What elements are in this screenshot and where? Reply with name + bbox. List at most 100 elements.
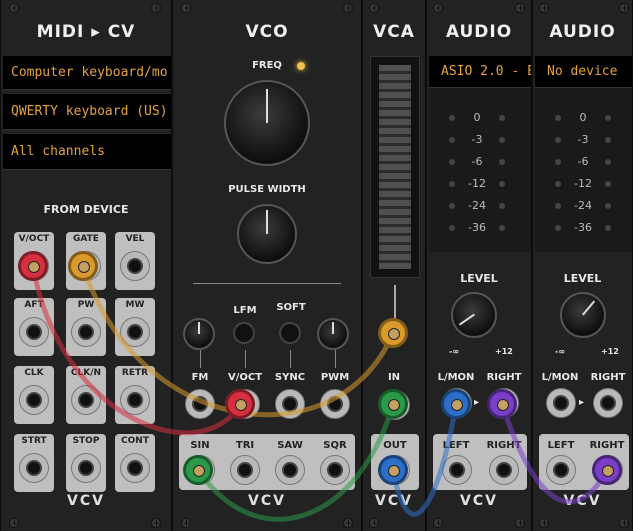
- midi-driver-select[interactable]: Computer keyboard/mo: [3, 56, 171, 90]
- vu-light: [499, 181, 505, 187]
- port-label: STOP: [72, 436, 100, 446]
- vu-light: [605, 159, 611, 165]
- vco-output-label: SQR: [323, 440, 347, 451]
- screw-icon: [515, 3, 525, 13]
- vco-module: VCO FREQ PULSE WIDTH LFM SOFT FM V/OCT SYN…: [172, 0, 362, 531]
- connector-line: [200, 350, 201, 368]
- out-label: OUT: [383, 440, 407, 451]
- screw-icon: [539, 3, 549, 13]
- vu-light: [555, 159, 561, 165]
- module-title: MIDI ▸ CV: [36, 22, 136, 42]
- vu-light: [605, 181, 611, 187]
- vco-saw-output-jack[interactable]: [275, 455, 305, 485]
- audio-in-right-jack[interactable]: [593, 388, 623, 418]
- level-label: LEVEL: [460, 272, 498, 285]
- knob-indicator: [266, 88, 268, 123]
- red-plug[interactable]: [225, 389, 255, 419]
- vco-pwm-input-jack[interactable]: [320, 389, 350, 419]
- out-left-label: LEFT: [547, 440, 575, 451]
- midi-pw-jack[interactable]: [71, 317, 101, 347]
- vu-light: [555, 203, 561, 209]
- level-max-label: +12: [495, 347, 513, 356]
- yellow-plug[interactable]: [378, 318, 408, 348]
- cable-stub: [394, 285, 396, 321]
- port-label: CONT: [121, 436, 149, 446]
- screw-icon: [9, 3, 19, 13]
- pwm-knob[interactable]: [317, 318, 349, 350]
- purple-plug[interactable]: [592, 455, 622, 485]
- midi-strt-jack[interactable]: [19, 453, 49, 483]
- blue-plug[interactable]: [378, 455, 408, 485]
- vu-level-label: -36: [574, 221, 592, 234]
- arrow-icon: ▸: [474, 397, 480, 408]
- screw-icon: [369, 518, 379, 528]
- green-plug[interactable]: [183, 455, 213, 485]
- vu-light: [499, 115, 505, 121]
- audio-device-select[interactable]: ASIO 2.0 - E: [429, 56, 531, 88]
- vu-level-label: -36: [468, 221, 486, 234]
- fm-knob[interactable]: [183, 318, 215, 350]
- screw-icon: [369, 3, 379, 13]
- vco-input-label: FM: [191, 372, 209, 383]
- audio-out-left-jack[interactable]: [546, 455, 576, 485]
- vco-fm-input-jack[interactable]: [185, 389, 215, 419]
- midi-mw-jack[interactable]: [120, 317, 150, 347]
- freq-light: [297, 62, 305, 70]
- vco-sqr-output-jack[interactable]: [320, 455, 350, 485]
- level-knob[interactable]: [560, 292, 606, 338]
- level-slider[interactable]: [370, 56, 420, 278]
- vu-light: [555, 225, 561, 231]
- vco-sync-input-jack[interactable]: [275, 389, 305, 419]
- audio-out-left-jack[interactable]: [442, 455, 472, 485]
- blue-plug[interactable]: [441, 389, 471, 419]
- audio-device-select[interactable]: No device: [535, 56, 632, 88]
- screw-icon: [539, 518, 549, 528]
- in-left-label: L/MON: [541, 372, 579, 383]
- midi-clk-jack[interactable]: [19, 385, 49, 415]
- port-label: MW: [125, 300, 145, 310]
- audio-module-2: AUDIO No device 0 -3 -6 -12 -24 -36 LEVEL -∞ …: [532, 0, 633, 531]
- vco-tri-output-jack[interactable]: [230, 455, 260, 485]
- midi-clk-n-jack[interactable]: [71, 385, 101, 415]
- level-knob[interactable]: [451, 292, 497, 338]
- screw-icon: [515, 518, 525, 528]
- knob-indicator: [332, 322, 334, 334]
- vcv-logo: VCV: [563, 493, 602, 509]
- vu-light: [605, 115, 611, 121]
- in-right-label: RIGHT: [590, 372, 626, 383]
- yellow-plug[interactable]: [68, 251, 98, 281]
- purple-plug[interactable]: [487, 389, 517, 419]
- module-title: VCA: [373, 22, 415, 42]
- midi-cont-jack[interactable]: [120, 453, 150, 483]
- midi-device-select[interactable]: QWERTY keyboard (US): [3, 94, 171, 130]
- vu-light: [605, 203, 611, 209]
- screw-icon: [433, 3, 443, 13]
- vu-light: [555, 115, 561, 121]
- arrow-icon: ▸: [579, 397, 585, 408]
- audio-out-right-jack[interactable]: [489, 455, 519, 485]
- lfm-button[interactable]: [233, 322, 255, 344]
- midi-stop-jack[interactable]: [71, 453, 101, 483]
- midi-retr-jack[interactable]: [120, 385, 150, 415]
- vco-output-label: TRI: [235, 440, 255, 451]
- out-right-label: RIGHT: [589, 440, 625, 451]
- vco-input-label: PWM: [320, 372, 350, 383]
- vu-light: [499, 137, 505, 143]
- pulse-width-knob[interactable]: [237, 204, 297, 264]
- vco-input-label: V/OCT: [227, 372, 263, 383]
- vu-level-label: 0: [473, 111, 481, 124]
- connector-line: [245, 350, 246, 368]
- vu-level-label: -3: [471, 133, 483, 146]
- vu-level-label: -6: [471, 155, 483, 168]
- vu-light: [555, 181, 561, 187]
- green-plug[interactable]: [378, 389, 408, 419]
- midi-channel-select[interactable]: All channels: [3, 134, 171, 170]
- vcv-logo: VCV: [248, 493, 286, 509]
- midi-vel-jack[interactable]: [120, 251, 150, 281]
- out-left-label: LEFT: [442, 440, 470, 451]
- midi-aft-jack[interactable]: [19, 317, 49, 347]
- freq-knob[interactable]: [224, 80, 310, 166]
- soft-button[interactable]: [279, 322, 301, 344]
- audio-in-left-jack[interactable]: [546, 388, 576, 418]
- red-plug[interactable]: [18, 251, 48, 281]
